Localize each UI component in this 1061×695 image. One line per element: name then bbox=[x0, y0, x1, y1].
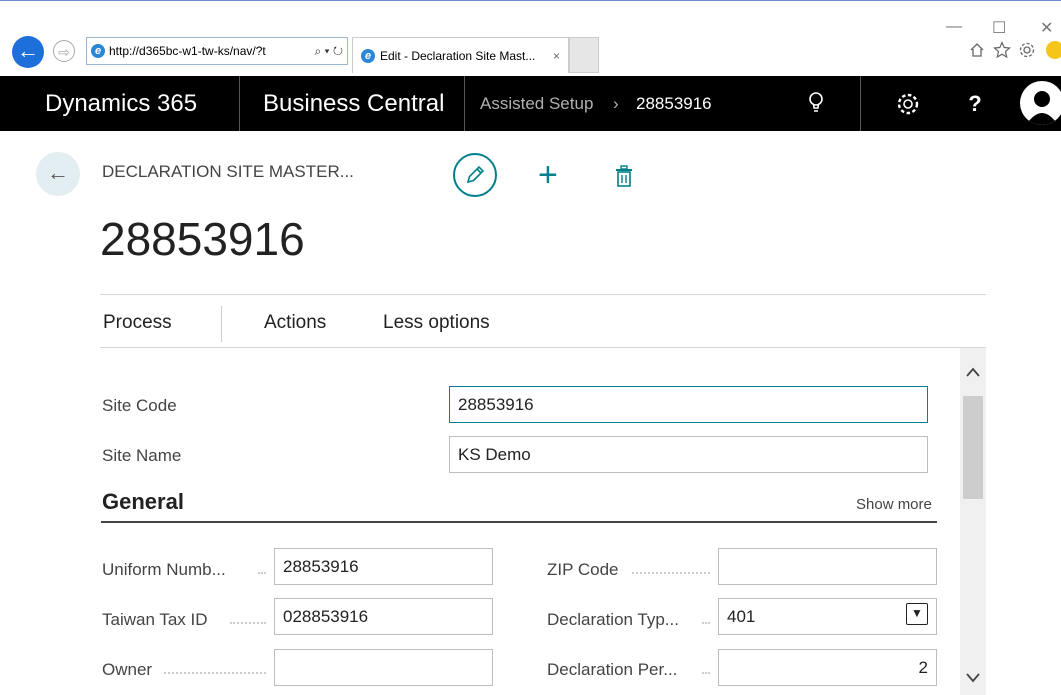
address-bar[interactable]: e http://d365bc-w1-tw-ks/nav/?t ⌕ ▾ ↻ bbox=[86, 37, 348, 65]
breadcrumb-separator: › bbox=[613, 94, 619, 113]
menu-less-options[interactable]: Less options bbox=[383, 312, 490, 334]
smiley-feedback-icon[interactable] bbox=[1046, 41, 1061, 59]
tab-close-icon[interactable]: × bbox=[553, 38, 560, 74]
menu-process[interactable]: Process bbox=[103, 312, 172, 334]
label-leader-dots bbox=[258, 571, 266, 574]
close-window-button[interactable]: ✕ bbox=[1040, 18, 1053, 38]
help-icon[interactable]: ? bbox=[960, 76, 990, 131]
divider bbox=[100, 347, 986, 348]
app-name[interactable]: Business Central bbox=[263, 76, 444, 131]
declaration-period-input[interactable]: 2 bbox=[718, 649, 937, 686]
home-icon[interactable] bbox=[969, 42, 985, 58]
zip-code-label: ZIP Code bbox=[547, 560, 619, 579]
product-name[interactable]: Dynamics 365 bbox=[45, 76, 197, 131]
breadcrumb-current: 28853916 bbox=[636, 94, 712, 113]
address-tools[interactable]: ⌕ ▾ ↻ bbox=[314, 38, 343, 64]
pencil-icon bbox=[466, 165, 485, 184]
divider bbox=[100, 294, 986, 295]
menu-divider bbox=[221, 306, 222, 342]
new-tab-button[interactable] bbox=[569, 37, 599, 73]
page-back-button[interactable]: ← bbox=[36, 152, 80, 196]
scroll-up-arrow-icon[interactable] bbox=[965, 366, 981, 378]
section-general-title[interactable]: General bbox=[102, 489, 184, 515]
label-leader-dots bbox=[230, 621, 266, 624]
browser-tab[interactable]: e Edit - Declaration Site Mast... × bbox=[352, 37, 569, 73]
declaration-type-select[interactable]: 401 bbox=[718, 598, 937, 635]
edit-button[interactable] bbox=[453, 153, 497, 197]
section-divider bbox=[101, 521, 937, 523]
declaration-period-label: Declaration Per... bbox=[547, 660, 678, 679]
owner-input[interactable] bbox=[274, 649, 493, 686]
taiwan-tax-id-input[interactable]: 028853916 bbox=[274, 598, 493, 635]
breadcrumb-parent[interactable]: Assisted Setup bbox=[480, 76, 593, 131]
appbar-divider bbox=[464, 76, 465, 131]
site-code-label: Site Code bbox=[102, 396, 177, 415]
scroll-down-arrow-icon[interactable] bbox=[965, 672, 981, 684]
label-leader-dots bbox=[702, 671, 710, 674]
new-record-button[interactable]: + bbox=[538, 155, 558, 195]
site-code-input[interactable]: 28853916 bbox=[449, 386, 928, 423]
taiwan-tax-id-label: Taiwan Tax ID bbox=[102, 610, 208, 629]
ie-logo-icon: e bbox=[91, 44, 105, 58]
label-leader-dots bbox=[702, 621, 710, 624]
site-name-label: Site Name bbox=[102, 446, 182, 465]
address-url: http://d365bc-w1-tw-ks/nav/?t bbox=[109, 44, 266, 58]
tools-gear-icon[interactable] bbox=[1018, 41, 1036, 59]
declaration-type-label: Declaration Typ... bbox=[547, 610, 679, 629]
browser-back-button[interactable]: ← bbox=[12, 36, 44, 68]
menu-actions[interactable]: Actions bbox=[264, 312, 326, 334]
label-leader-dots bbox=[164, 671, 266, 674]
favorites-star-icon[interactable] bbox=[993, 41, 1011, 59]
dropdown-chevron-icon[interactable]: ▼ bbox=[906, 603, 928, 625]
appbar-divider bbox=[860, 76, 861, 131]
user-avatar-icon bbox=[1026, 91, 1058, 125]
settings-gear-icon[interactable] bbox=[896, 92, 920, 116]
user-avatar[interactable] bbox=[1020, 81, 1061, 125]
ie-logo-icon: e bbox=[361, 49, 375, 63]
site-name-input[interactable]: KS Demo bbox=[449, 436, 928, 473]
browser-forward-button[interactable]: ⇨ bbox=[53, 40, 75, 62]
record-title: 28853916 bbox=[100, 213, 305, 265]
show-more-link[interactable]: Show more bbox=[856, 496, 932, 513]
uniform-number-input[interactable]: 28853916 bbox=[274, 548, 493, 585]
page-caption: DECLARATION SITE MASTER... bbox=[102, 162, 354, 181]
scrollbar-thumb[interactable] bbox=[963, 396, 983, 499]
uniform-number-label: Uniform Numb... bbox=[102, 560, 226, 579]
tab-title: Edit - Declaration Site Mast... bbox=[380, 49, 536, 63]
owner-label: Owner bbox=[102, 660, 153, 679]
appbar-divider bbox=[239, 76, 240, 131]
zip-code-input[interactable] bbox=[718, 548, 937, 585]
maximize-button[interactable]: ☐ bbox=[992, 18, 1006, 38]
label-leader-dots bbox=[632, 571, 710, 574]
delete-trash-icon[interactable] bbox=[614, 164, 634, 188]
window-border bbox=[0, 0, 1061, 1]
lightbulb-icon[interactable] bbox=[808, 91, 824, 115]
minimize-button[interactable]: — bbox=[946, 18, 962, 36]
